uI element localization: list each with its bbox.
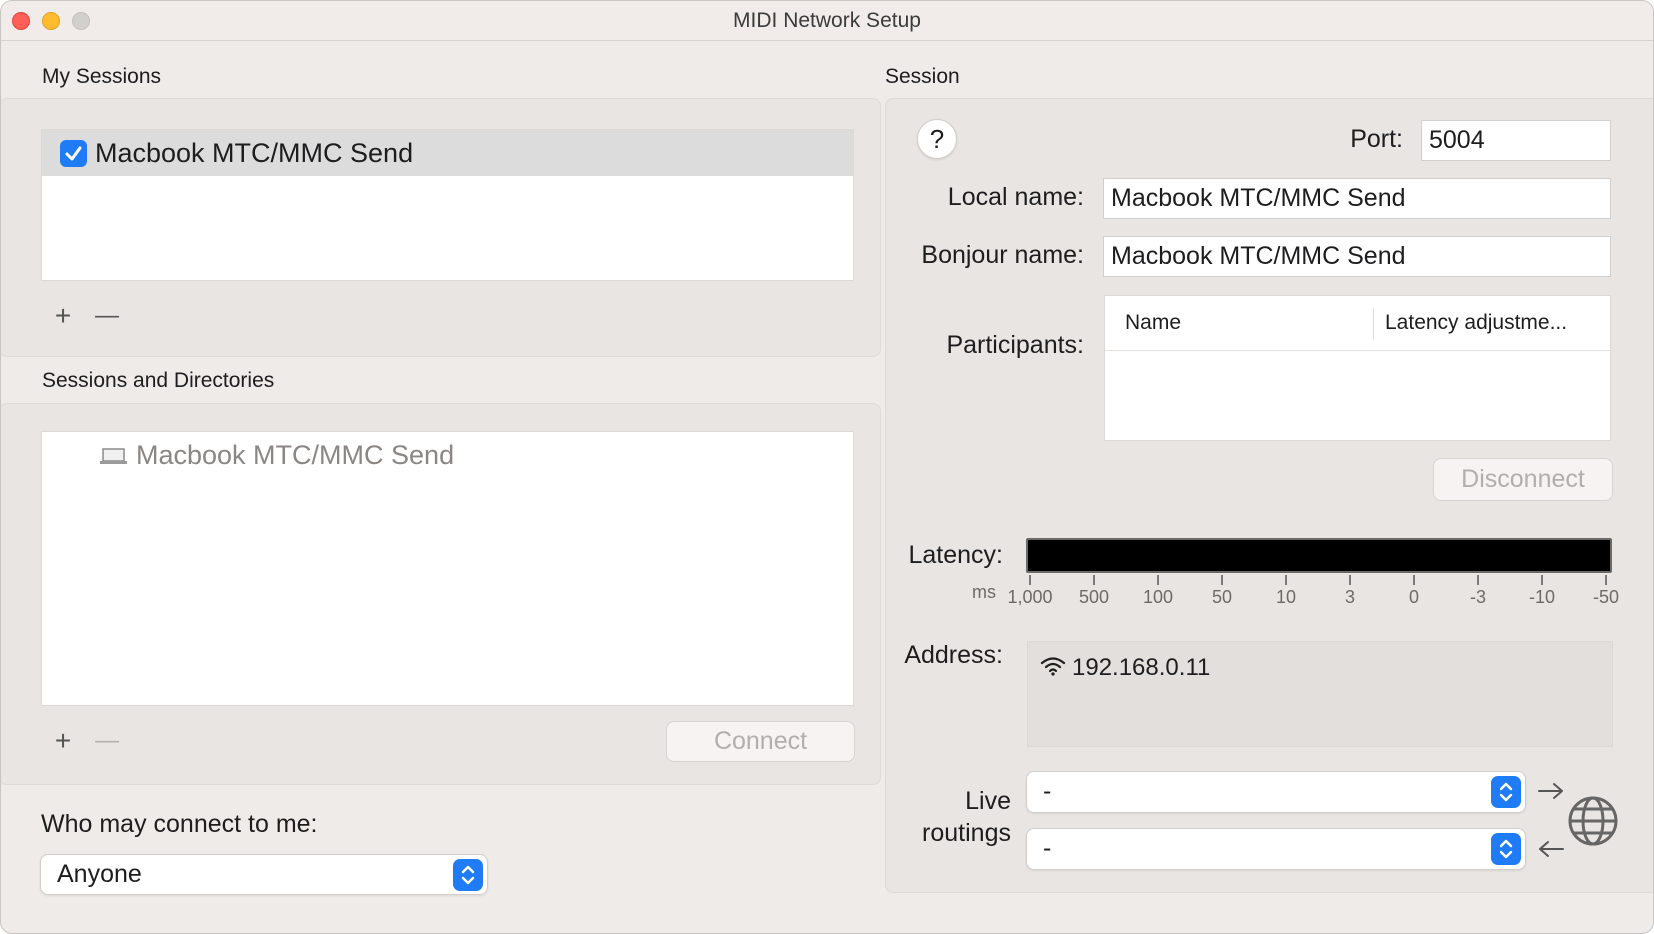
latency-tick — [1349, 575, 1351, 585]
directories-list[interactable]: Macbook MTC/MMC Send — [41, 431, 854, 706]
help-button[interactable]: ? — [917, 119, 957, 159]
address-label: Address: — [904, 641, 1003, 669]
directory-session-name: Macbook MTC/MMC Send — [136, 440, 455, 470]
who-may-connect-label: Who may connect to me: — [41, 810, 318, 838]
add-directory-button[interactable]: + — [49, 727, 77, 755]
latency-tick-label: 500 — [1078, 587, 1110, 607]
latency-tick-label: 50 — [1211, 587, 1233, 607]
session-enabled-checkbox[interactable] — [60, 140, 87, 167]
bonjour-name-label: Bonjour name: — [921, 241, 1084, 269]
latency-tick-label: 10 — [1275, 587, 1297, 607]
port-field[interactable]: 5004 — [1421, 120, 1611, 161]
window-title: MIDI Network Setup — [733, 9, 921, 32]
latency-tick-label: -3 — [1469, 587, 1487, 607]
title-bar: MIDI Network Setup — [1, 1, 1653, 41]
latency-label: Latency: — [908, 541, 1003, 569]
participants-label: Participants: — [946, 331, 1084, 359]
column-header-name[interactable]: Name — [1125, 311, 1181, 335]
routing-out-select[interactable]: - — [1026, 828, 1526, 870]
remove-directory-button[interactable]: — — [93, 727, 121, 755]
latency-tick-label: -50 — [1592, 587, 1620, 607]
arrow-right-icon — [1538, 783, 1563, 799]
latency-tick-label: 0 — [1408, 587, 1420, 607]
latency-meter — [1026, 538, 1612, 573]
disconnect-button[interactable]: Disconnect — [1433, 458, 1613, 501]
address-box: 192.168.0.11 — [1027, 641, 1613, 747]
list-item[interactable]: Macbook MTC/MMC Send — [42, 432, 853, 478]
chevron-up-down-icon — [453, 859, 483, 891]
globe-icon — [1568, 796, 1618, 846]
chevron-up-down-icon — [1491, 833, 1521, 865]
latency-tick — [1221, 575, 1223, 585]
latency-tick-label: 1,000 — [1007, 587, 1053, 607]
who-may-connect-select[interactable]: Anyone — [40, 854, 488, 895]
participants-table[interactable]: Name Latency adjustme... — [1104, 295, 1611, 441]
midi-network-setup-window: MIDI Network Setup My Sessions Macbook M… — [0, 0, 1654, 934]
session-name: Macbook MTC/MMC Send — [95, 138, 414, 168]
latency-tick — [1093, 575, 1095, 585]
sessions-directories-label: Sessions and Directories — [42, 369, 275, 392]
latency-tick — [1605, 575, 1607, 585]
live-routings-label-line2: routings — [922, 819, 1011, 847]
list-item[interactable]: Macbook MTC/MMC Send — [42, 130, 853, 176]
participants-header: Name Latency adjustme... — [1105, 296, 1610, 351]
routing-in-value: - — [1043, 777, 1052, 805]
checkmark-icon — [65, 146, 82, 161]
bonjour-name-field[interactable]: Macbook MTC/MMC Send — [1103, 236, 1611, 277]
my-sessions-list[interactable]: Macbook MTC/MMC Send — [41, 129, 854, 281]
latency-tick — [1029, 575, 1031, 585]
chevron-up-down-icon — [1491, 776, 1521, 808]
who-may-connect-value: Anyone — [57, 860, 142, 888]
column-header-latency[interactable]: Latency adjustme... — [1385, 311, 1567, 335]
latency-unit: ms — [972, 582, 996, 602]
live-routings-label-line1: Live — [965, 787, 1011, 815]
laptop-icon — [100, 448, 127, 464]
local-name-field[interactable]: Macbook MTC/MMC Send — [1103, 178, 1611, 219]
routing-out-value: - — [1043, 834, 1052, 862]
latency-tick-label: 3 — [1344, 587, 1356, 607]
latency-tick-label: -10 — [1528, 587, 1556, 607]
latency-tick — [1477, 575, 1479, 585]
column-divider — [1373, 308, 1374, 340]
routing-in-select[interactable]: - — [1026, 771, 1526, 813]
latency-tick-label: 100 — [1142, 587, 1174, 607]
arrow-left-icon — [1539, 841, 1564, 857]
latency-tick — [1413, 575, 1415, 585]
add-session-button[interactable]: + — [49, 302, 77, 330]
session-label: Session — [885, 65, 960, 88]
wifi-icon — [1040, 657, 1066, 676]
latency-tick — [1285, 575, 1287, 585]
latency-tick — [1541, 575, 1543, 585]
my-sessions-label: My Sessions — [42, 65, 162, 88]
port-label: Port: — [1350, 125, 1403, 153]
latency-tick — [1157, 575, 1159, 585]
local-name-label: Local name: — [947, 183, 1084, 211]
address-value: 192.168.0.11 — [1072, 654, 1211, 681]
remove-session-button[interactable]: — — [93, 302, 121, 330]
connect-button[interactable]: Connect — [666, 721, 855, 762]
